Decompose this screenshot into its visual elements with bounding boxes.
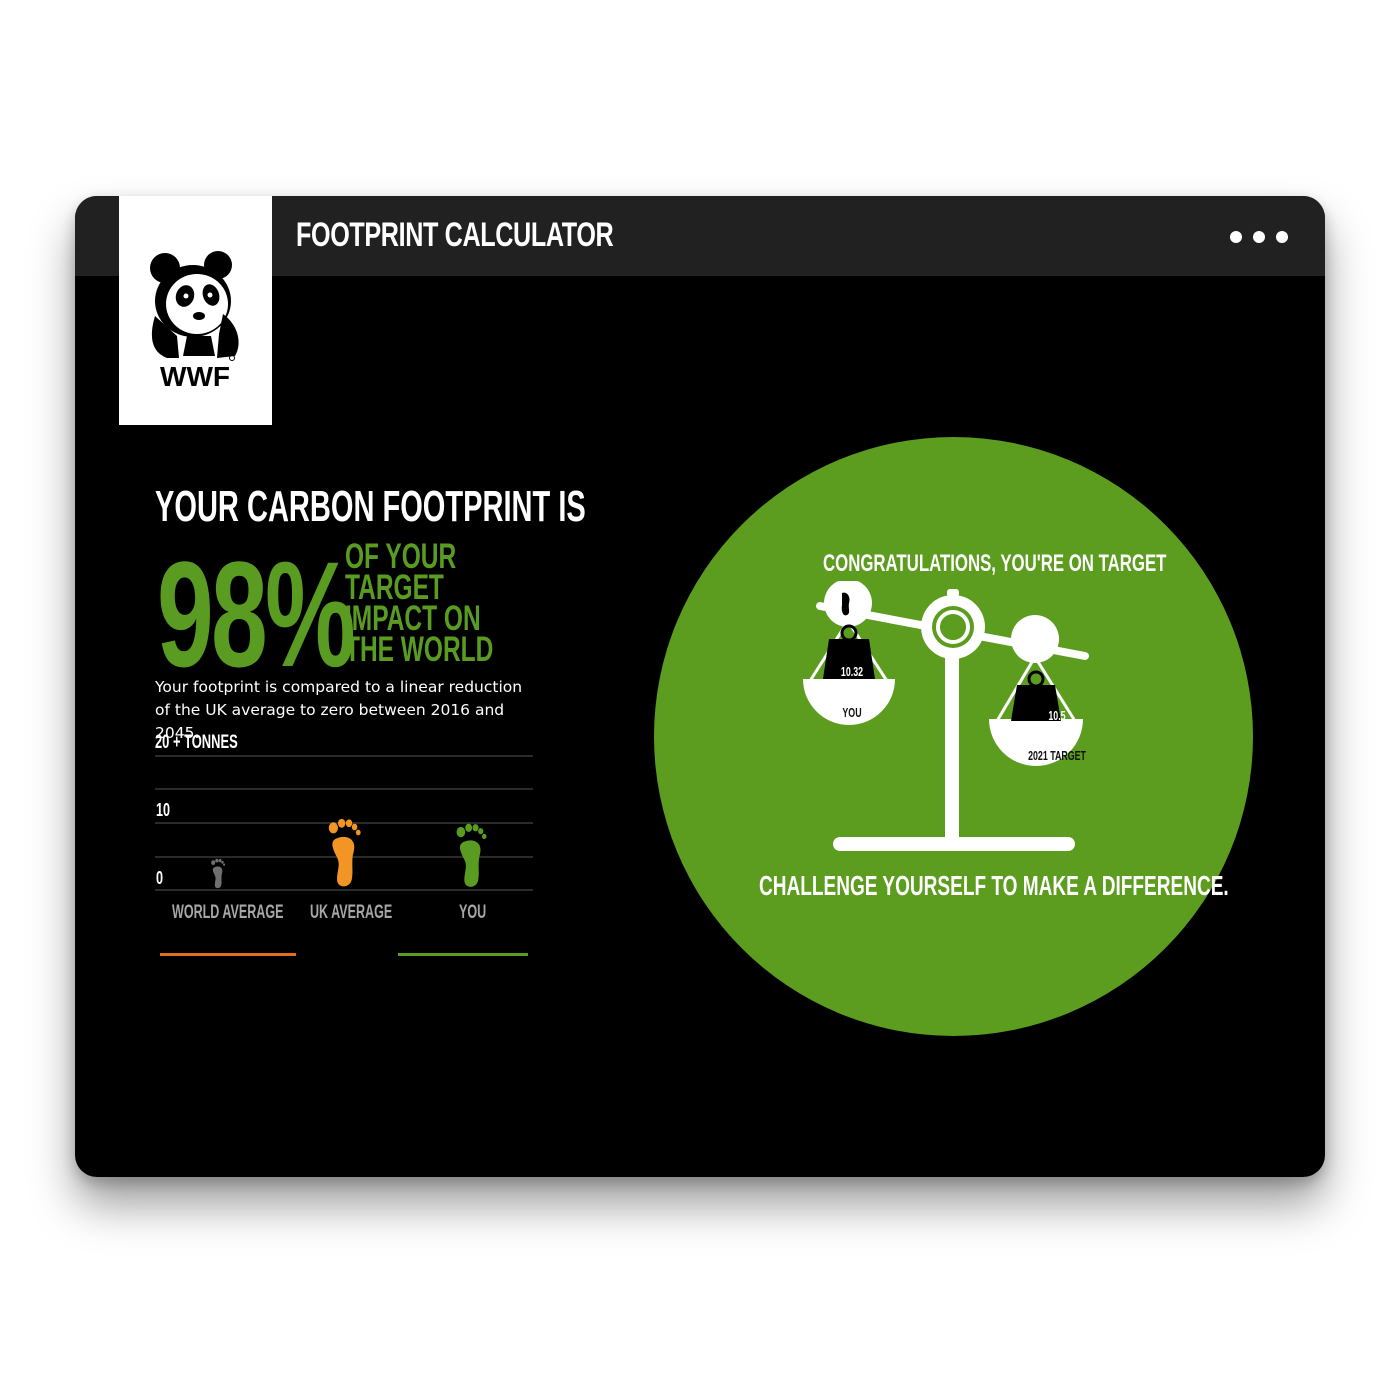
target-weight-value: 10.5 TONNES [1042, 708, 1072, 733]
wwf-logo[interactable]: WWF [119, 196, 272, 425]
category-you[interactable]: YOU [459, 902, 486, 924]
footprint-bar-world-average[interactable] [210, 857, 226, 889]
footprint-bar-you[interactable] [454, 820, 489, 889]
category-world-average[interactable]: WORLD AVERAGE [172, 902, 283, 924]
grid-line [155, 788, 533, 790]
more-options-icon[interactable] [1230, 229, 1288, 245]
page-headline: YOUR CARBON FOOTPRINT IS [155, 482, 586, 531]
panda-logo-icon: WWF [150, 251, 239, 392]
footprint-bar-uk-average[interactable] [326, 815, 363, 889]
grid-line [155, 889, 533, 891]
congrats-message: CONGRATULATIONS, YOU'RE ON TARGET [823, 550, 1167, 577]
wwf-wordmark: WWF [160, 361, 230, 392]
app-title: FOOTPRINT CALCULATOR [296, 216, 614, 254]
you-pan-label: YOU [842, 705, 862, 720]
tab-indicator-right [398, 953, 528, 956]
chart-top-label: 20 + TONNES [155, 732, 238, 753]
challenge-message[interactable]: CHALLENGE YOURSELF TO MAKE A DIFFERENCE. [759, 870, 1229, 902]
you-weight-value: 10.32 TONNES [837, 664, 867, 689]
percent-caption: OF YOUR TARGET IMPACT ON THE WORLD [345, 537, 494, 669]
tab-indicator-left [160, 953, 296, 956]
app-window: FOOTPRINT CALCULATOR WWF YOUR CARBON FOO… [75, 196, 1325, 1177]
target-pan-label: 2021 TARGET [1028, 748, 1086, 763]
y-tick-label: 0 [156, 868, 164, 888]
grid-line [155, 755, 533, 757]
category-uk-average[interactable]: UK AVERAGE [310, 902, 392, 924]
percent-value: 98% [157, 530, 356, 698]
y-tick-label: 10 [156, 800, 171, 820]
